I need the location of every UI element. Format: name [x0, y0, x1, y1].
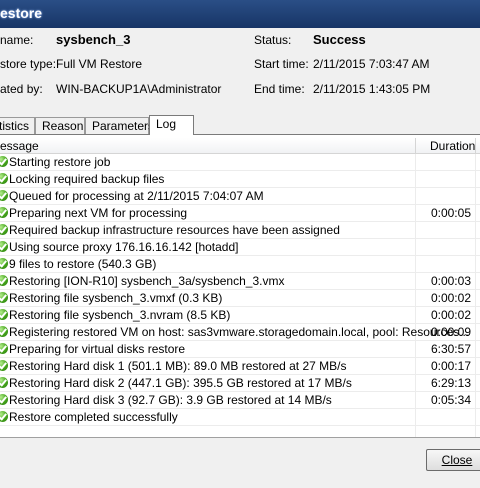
start-time-label: Start time: — [254, 57, 309, 71]
log-row[interactable]: 9 files to restore (540.3 GB) — [0, 256, 480, 273]
success-check-icon — [0, 275, 8, 286]
log-message: Registering restored VM on host: sas3vmw… — [9, 325, 470, 339]
close-button[interactable]: Close — [426, 449, 480, 471]
log-message: Restoring file sysbench_3.nvram (8.5 KB) — [9, 308, 231, 322]
log-row[interactable]: Required backup infrastructure resources… — [0, 222, 480, 239]
log-message: Restoring [ION-R10] sysbench_3a/sysbench… — [9, 274, 285, 288]
log-row[interactable]: Queued for processing at 2/11/2015 7:04:… — [0, 188, 480, 205]
log-duration: 0:00:09 — [430, 325, 471, 339]
log-header: essage Duration — [0, 138, 480, 154]
success-check-icon — [0, 326, 8, 337]
success-check-icon — [0, 394, 8, 405]
log-row[interactable]: Preparing next VM for processing 0:00:05 — [0, 205, 480, 222]
success-check-icon — [0, 360, 8, 371]
status-value: Success — [313, 32, 366, 47]
log-message: Restoring file sysbench_3.vmxf (0.3 KB) — [9, 291, 223, 305]
success-check-icon — [0, 292, 8, 303]
start-time-value: 2/11/2015 7:03:47 AM — [313, 57, 430, 71]
success-check-icon — [0, 411, 8, 422]
log-row[interactable]: Restoring file sysbench_3.nvram (8.5 KB)… — [0, 307, 480, 324]
restore-type-value: Full VM Restore — [56, 57, 143, 71]
log-message: Restoring Hard disk 1 (501.1 MB): 89.0 M… — [9, 359, 347, 373]
end-time-label: End time: — [254, 82, 305, 96]
title-bar[interactable]: estore — [0, 0, 480, 28]
log-row[interactable]: Restoring Hard disk 2 (447.1 GB): 395.5 … — [0, 375, 480, 392]
log-message: Using source proxy 176.16.16.142 [hotadd… — [9, 240, 239, 254]
log-message: 9 files to restore (540.3 GB) — [9, 257, 157, 271]
log-row[interactable]: Restoring Hard disk 1 (501.1 MB): 89.0 M… — [0, 358, 480, 375]
success-check-icon — [0, 207, 8, 218]
log-message: Locking required backup files — [9, 172, 165, 186]
log-row[interactable]: Restoring file sysbench_3.vmxf (0.3 KB) 0… — [0, 290, 480, 307]
log-row[interactable]: Restoring [ION-R10] sysbench_3a/sysbench… — [0, 273, 480, 290]
log-row[interactable]: Locking required backup files — [0, 171, 480, 188]
column-duration[interactable]: Duration — [430, 139, 475, 153]
log-duration: 0:00:05 — [430, 206, 471, 220]
success-check-icon — [0, 156, 8, 167]
name-value: sysbench_3 — [56, 32, 131, 47]
log-message: Restoring Hard disk 3 (92.7 GB): 3.9 GB … — [9, 393, 332, 407]
column-separator[interactable] — [475, 138, 476, 153]
tab-log[interactable]: Log — [149, 115, 194, 135]
log-message: Required backup infrastructure resources… — [9, 223, 340, 237]
log-row[interactable]: Restore completed successfully — [0, 409, 480, 426]
log-row[interactable]: Using source proxy 176.16.16.142 [hotadd… — [0, 239, 480, 256]
success-check-icon — [0, 343, 8, 354]
initiated-by-label: ated by: — [0, 82, 43, 96]
log-duration: 6:30:57 — [430, 342, 471, 356]
success-check-icon — [0, 309, 8, 320]
status-label: Status: — [254, 33, 292, 47]
log-row[interactable]: Preparing for virtual disks restore 6:30:… — [0, 341, 480, 358]
log-duration: 0:00:02 — [430, 308, 471, 322]
tab-parameters[interactable]: Parameters — [85, 117, 154, 134]
log-duration: 0:00:02 — [430, 291, 471, 305]
success-check-icon — [0, 173, 8, 184]
name-label: name: — [0, 33, 34, 47]
log-row[interactable]: Restoring Hard disk 3 (92.7 GB): 3.9 GB … — [0, 392, 480, 409]
success-check-icon — [0, 190, 8, 201]
success-check-icon — [0, 241, 8, 252]
log-message: Restore completed successfully — [9, 410, 178, 424]
log-message: Queued for processing at 2/11/2015 7:04:… — [9, 189, 264, 203]
restore-type-label: store type: — [0, 57, 57, 71]
log-message: Preparing for virtual disks restore — [9, 342, 186, 356]
log-panel[interactable]: essage Duration Starting restore job Lock… — [0, 134, 480, 438]
log-duration: 0:05:34 — [430, 393, 471, 407]
log-message: Restoring Hard disk 2 (447.1 GB): 395.5 … — [9, 376, 352, 390]
log-duration: 0:00:03 — [430, 274, 471, 288]
end-time-value: 2/11/2015 1:43:05 PM — [313, 82, 431, 96]
column-message[interactable]: essage — [0, 139, 39, 153]
success-check-icon — [0, 377, 8, 388]
window-title: estore — [0, 5, 43, 21]
column-separator[interactable] — [415, 138, 416, 153]
log-duration: 6:29:13 — [430, 376, 471, 390]
initiated-by-value: WIN-BACKUP1A\Administrator — [56, 82, 222, 96]
tab-statistics[interactable]: tistics — [0, 117, 35, 134]
tab-reason[interactable]: Reason — [35, 117, 85, 134]
log-message: Preparing next VM for processing — [9, 206, 188, 220]
log-duration: 0:00:17 — [430, 359, 471, 373]
log-row[interactable]: Registering restored VM on host: sas3vmw… — [0, 324, 480, 341]
close-button-label: Close — [441, 453, 473, 467]
success-check-icon — [0, 224, 8, 235]
log-message: Starting restore job — [9, 155, 111, 169]
log-row[interactable]: Starting restore job — [0, 154, 480, 171]
success-check-icon — [0, 258, 8, 269]
